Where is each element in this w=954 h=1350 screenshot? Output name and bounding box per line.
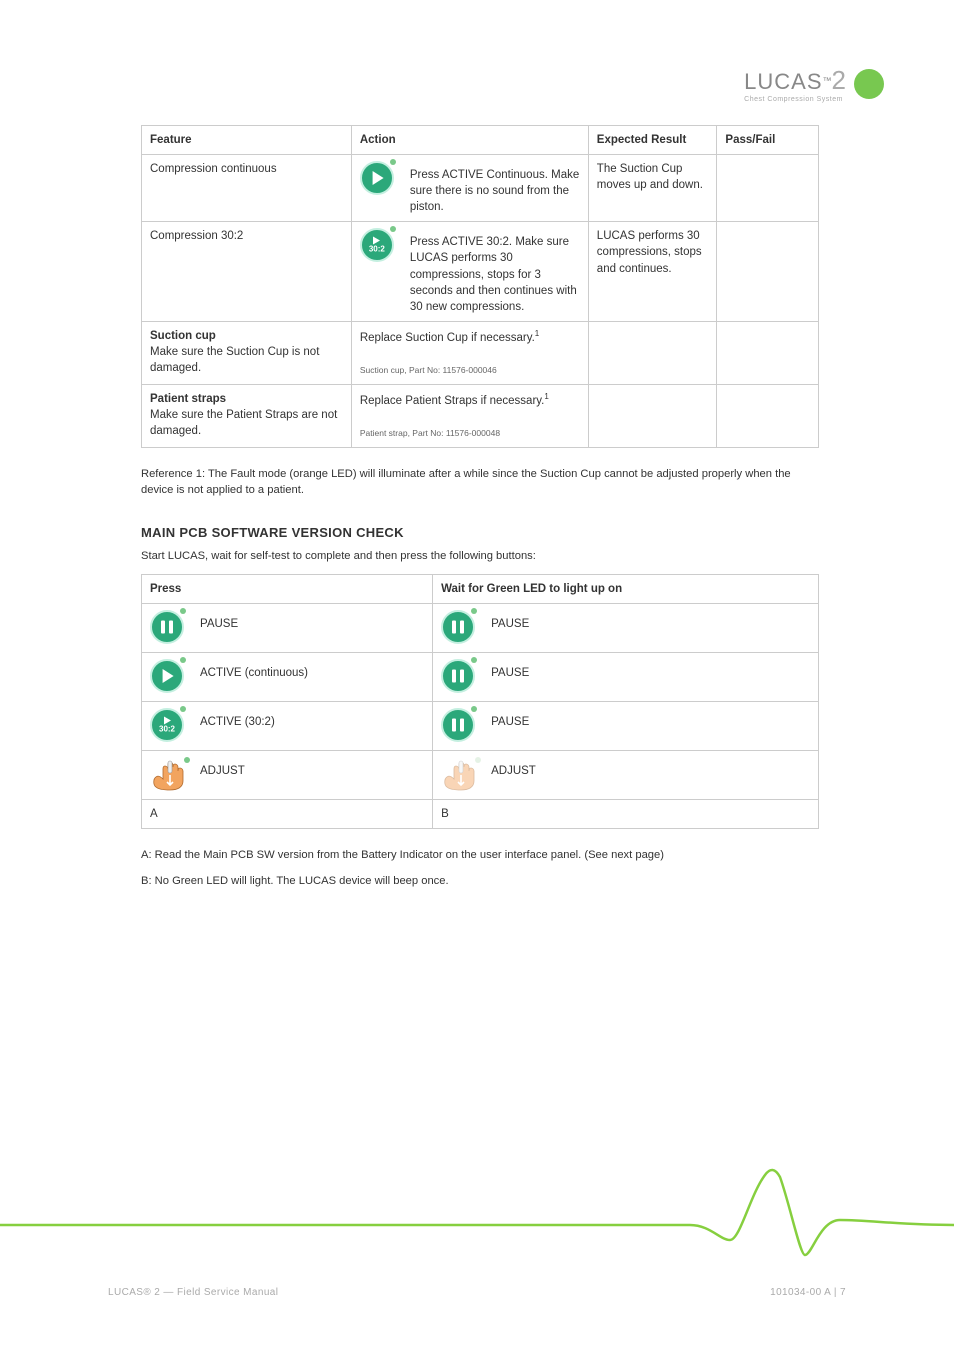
passfail-cell	[717, 321, 819, 384]
col-passfail: Pass/Fail	[717, 126, 819, 155]
adjust-icon	[150, 757, 190, 793]
press-cell: ADJUST	[142, 750, 433, 799]
action-cell: Replace Patient Straps if necessary.1 Pa…	[351, 384, 588, 447]
col-press: Press	[142, 574, 433, 603]
col-feature: Feature	[142, 126, 352, 155]
table-header-row: Feature Action Expected Result Pass/Fail	[142, 126, 819, 155]
section-title: MAIN PCB SOFTWARE VERSION CHECK	[141, 525, 819, 540]
wait-cell: B	[433, 799, 819, 828]
brand-tm: ™	[823, 76, 832, 86]
active-302-icon: 30:2	[360, 228, 400, 264]
brand-dot-icon	[854, 69, 884, 99]
table-row: A B	[142, 799, 819, 828]
table-header-row: Press Wait for Green LED to light up on	[142, 574, 819, 603]
wait-cell: PAUSE	[433, 603, 819, 652]
feature-cell: Compression 30:2	[142, 222, 352, 321]
feature-cell: Compression continuous	[142, 155, 352, 222]
footnote: Reference 1: The Fault mode (orange LED)…	[141, 466, 819, 498]
pause-icon	[150, 610, 190, 646]
software-check-table: Press Wait for Green LED to light up on …	[141, 574, 819, 829]
press-cell: PAUSE	[142, 603, 433, 652]
active-continuous-icon	[150, 659, 190, 695]
passfail-cell	[717, 155, 819, 222]
footer-right: 101034-00 A | 7	[770, 1287, 846, 1298]
table-row: PAUSE PAUSE	[142, 603, 819, 652]
col-wait: Wait for Green LED to light up on	[433, 574, 819, 603]
table-row: Compression 30:2 30:2 Press ACTIVE 30:2.…	[142, 222, 819, 321]
ecg-wave-icon	[0, 1165, 954, 1265]
col-action: Action	[351, 126, 588, 155]
press-cell: ACTIVE (continuous)	[142, 652, 433, 701]
table-row: Suction cup Make sure the Suction Cup is…	[142, 321, 819, 384]
wait-cell: PAUSE	[433, 701, 819, 750]
col-expected: Expected Result	[588, 126, 717, 155]
action-cell: Replace Suction Cup if necessary.1 Sucti…	[351, 321, 588, 384]
footer-left: LUCAS® 2 — Field Service Manual	[108, 1287, 278, 1298]
passfail-cell	[717, 222, 819, 321]
feature-test-table: Feature Action Expected Result Pass/Fail…	[141, 125, 819, 448]
pause-icon	[441, 659, 481, 695]
note-b: B: No Green LED will light. The LUCAS de…	[141, 873, 819, 889]
pause-icon	[441, 610, 481, 646]
expected-cell	[588, 384, 717, 447]
wait-cell: PAUSE	[433, 652, 819, 701]
pause-icon	[441, 708, 481, 744]
adjust-icon	[441, 757, 481, 793]
table-row: ADJUST ADJUST	[142, 750, 819, 799]
brand-logo: LUCAS™2 Chest Compression System	[744, 65, 884, 103]
action-cell: Press ACTIVE Continuous. Make sure there…	[351, 155, 588, 222]
page-footer: LUCAS® 2 — Field Service Manual 101034-0…	[108, 1287, 846, 1298]
note-a: A: Read the Main PCB SW version from the…	[141, 847, 819, 863]
table-row: 30:2 ACTIVE (30:2) PAUSE	[142, 701, 819, 750]
wait-cell: ADJUST	[433, 750, 819, 799]
active-continuous-icon	[360, 161, 400, 197]
feature-cell: Patient straps Make sure the Patient Str…	[142, 384, 352, 447]
press-cell: 30:2 ACTIVE (30:2)	[142, 701, 433, 750]
table-row: ACTIVE (continuous) PAUSE	[142, 652, 819, 701]
press-cell: A	[142, 799, 433, 828]
active-302-icon: 30:2	[150, 708, 190, 744]
table-row: Patient straps Make sure the Patient Str…	[142, 384, 819, 447]
brand-version: 2	[832, 65, 846, 95]
feature-cell: Suction cup Make sure the Suction Cup is…	[142, 321, 352, 384]
expected-cell	[588, 321, 717, 384]
passfail-cell	[717, 384, 819, 447]
brand-name: LUCAS	[744, 69, 822, 94]
table-row: Compression continuous Press ACTIVE Cont…	[142, 155, 819, 222]
expected-cell: LUCAS performs 30 compressions, stops an…	[588, 222, 717, 321]
action-cell: 30:2 Press ACTIVE 30:2. Make sure LUCAS …	[351, 222, 588, 321]
brand-subtitle: Chest Compression System	[744, 96, 846, 103]
section-intro: Start LUCAS, wait for self-test to compl…	[141, 548, 819, 564]
expected-cell: The Suction Cup moves up and down.	[588, 155, 717, 222]
